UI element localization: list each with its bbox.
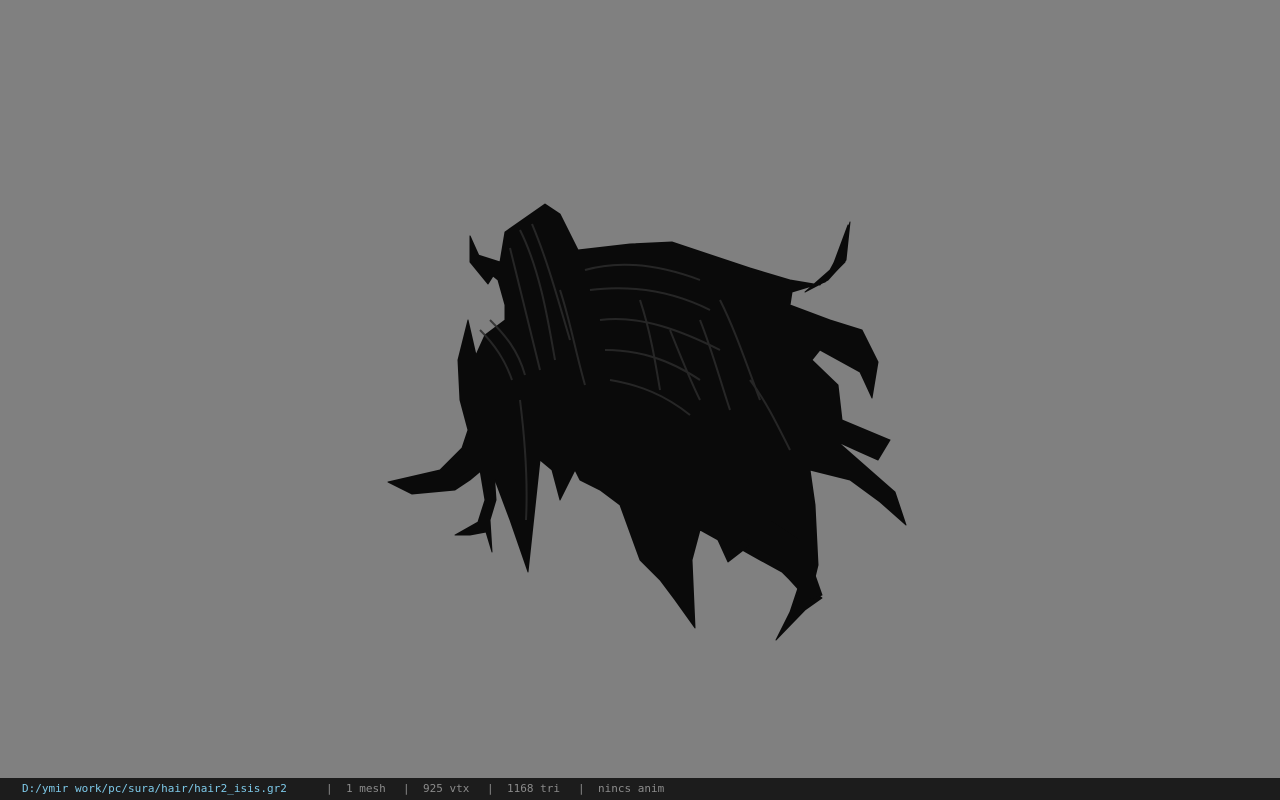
separator: | (487, 782, 494, 795)
hair-mesh-model (387, 203, 907, 641)
separator: | (403, 782, 410, 795)
separator: | (326, 782, 333, 795)
vertex-count: 925 vtx (423, 782, 470, 795)
anim-status: nincs anim (598, 782, 665, 795)
model-viewport[interactable] (0, 0, 1280, 778)
triangle-count: 1168 tri (507, 782, 560, 795)
separator: | (578, 782, 585, 795)
mesh-count: 1 mesh (346, 782, 386, 795)
file-path: D:/ymir work/pc/sura/hair/hair2_isis.gr2 (22, 782, 287, 795)
status-bar: D:/ymir work/pc/sura/hair/hair2_isis.gr2… (0, 778, 1280, 800)
